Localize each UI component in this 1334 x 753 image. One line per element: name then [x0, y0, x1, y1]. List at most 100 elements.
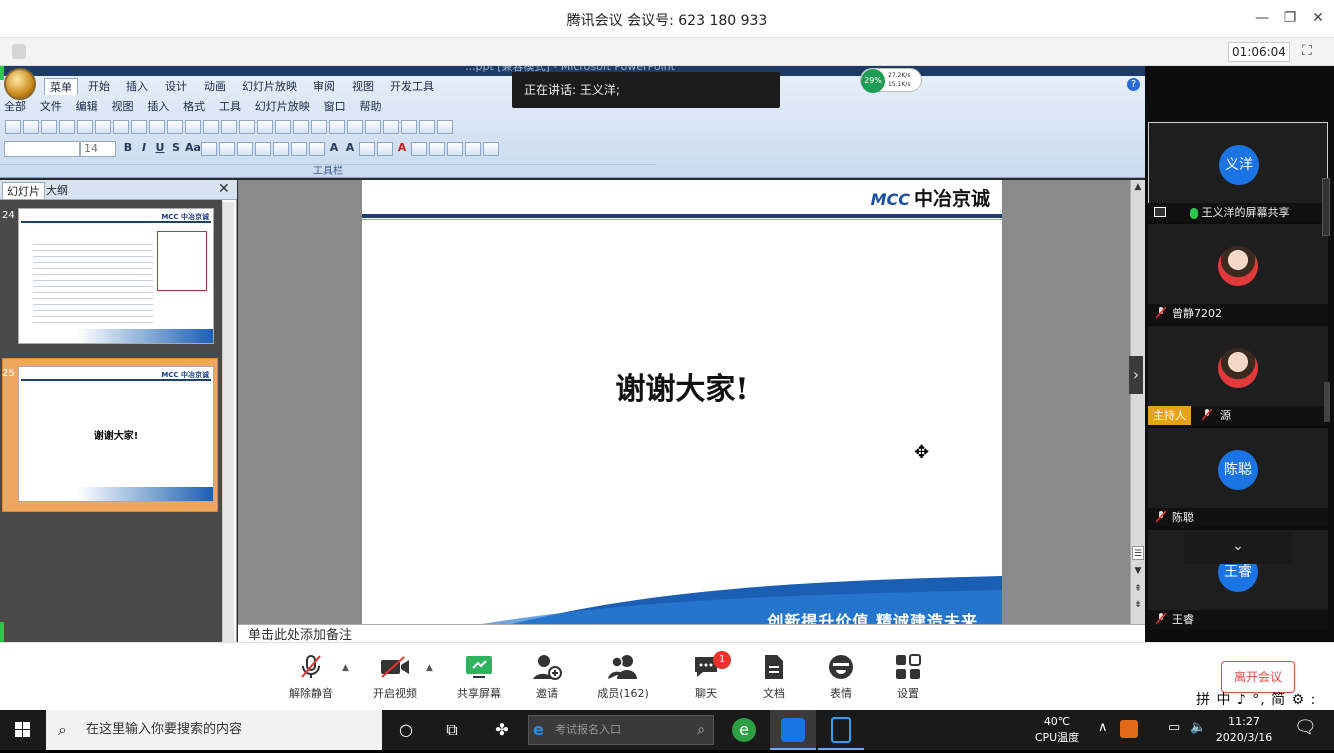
ribbon-tab-review[interactable]: 审阅: [308, 78, 340, 95]
participant-scrollbar[interactable]: [1322, 178, 1330, 236]
tab-outline[interactable]: 大纲: [42, 182, 72, 199]
notes-pane[interactable]: 单击此处添加备注: [238, 624, 1145, 642]
participant-tile[interactable]: [1148, 224, 1328, 306]
app-window-taskbar[interactable]: [818, 710, 864, 750]
slide-scrollbar[interactable]: ▲ ☰ ▼ ⇞ ⇟: [1130, 180, 1145, 642]
justify-icon[interactable]: [255, 142, 271, 156]
reactions-button[interactable]: 表情: [806, 653, 876, 701]
participant-tile[interactable]: 陈聪: [1148, 428, 1328, 510]
members-button[interactable]: 成员(162): [588, 653, 658, 701]
scroll-up-icon[interactable]: ▲: [1132, 180, 1144, 194]
numbering-icon[interactable]: [309, 142, 325, 156]
design-icon[interactable]: [365, 120, 381, 134]
line-color-icon[interactable]: [465, 142, 481, 156]
ribbon-tab-view[interactable]: 视图: [347, 78, 379, 95]
share-screen-button[interactable]: 共享屏幕: [444, 653, 514, 701]
grow-font-icon[interactable]: A: [327, 141, 341, 154]
help-small-icon[interactable]: [437, 120, 453, 134]
close-icon[interactable]: ✕: [218, 181, 230, 197]
audio-options-icon[interactable]: ▲: [342, 663, 349, 673]
align-right-icon[interactable]: [237, 142, 253, 156]
browser-360-icon[interactable]: e: [732, 718, 756, 742]
start-video-button[interactable]: 开启视频: [360, 653, 430, 701]
menu-file[interactable]: 文件: [40, 97, 62, 117]
zoom-icon[interactable]: [419, 120, 435, 134]
research-icon[interactable]: [131, 120, 147, 134]
fullscreen-icon[interactable]: ⛶: [1302, 43, 1312, 59]
scroll-down-icon[interactable]: ▼: [1132, 564, 1144, 578]
save-icon[interactable]: [41, 120, 57, 134]
restore-button[interactable]: ❐: [1280, 10, 1300, 26]
documents-button[interactable]: 文档: [739, 653, 809, 701]
bullets-icon[interactable]: [291, 142, 307, 156]
battery-icon[interactable]: ▭: [1168, 720, 1180, 735]
expand-panel-icon[interactable]: ›: [1129, 356, 1143, 394]
chat-button[interactable]: 1 聊天: [671, 651, 741, 701]
italic-icon[interactable]: I: [137, 141, 151, 154]
cut-icon[interactable]: [149, 120, 165, 134]
task-view-icon[interactable]: ⧉: [440, 718, 464, 742]
slide-thumbnail-25[interactable]: MCC 中冶京诚 谢谢大家!: [18, 366, 214, 502]
minimize-button[interactable]: —: [1252, 10, 1272, 26]
underline-icon[interactable]: U: [153, 141, 167, 154]
redo-icon[interactable]: [239, 120, 255, 134]
settings-button[interactable]: 设置: [873, 653, 943, 701]
preview-icon[interactable]: [95, 120, 111, 134]
align-left-icon[interactable]: [201, 142, 217, 156]
new-slide-icon[interactable]: [411, 142, 427, 156]
ribbon-tab-menu[interactable]: 菜单: [44, 78, 78, 95]
volume-icon[interactable]: 🔈: [1190, 720, 1206, 735]
app-pinwheel-icon[interactable]: ✤: [490, 718, 514, 742]
office-button[interactable]: [4, 68, 36, 100]
increase-indent-icon[interactable]: [377, 142, 393, 156]
font-case-icon[interactable]: Aa: [185, 141, 201, 154]
prev-slide-icon[interactable]: ⇞: [1132, 582, 1144, 596]
slide-design-icon[interactable]: [429, 142, 445, 156]
font-color-icon[interactable]: A: [395, 141, 409, 154]
chevron-up-icon[interactable]: ∧: [1098, 720, 1108, 735]
hyperlink-icon[interactable]: [293, 120, 309, 134]
menu-all[interactable]: 全部: [4, 97, 26, 117]
ie-search-box[interactable]: e 考试报名入口 ⌕: [528, 715, 714, 745]
more-options-icon[interactable]: [483, 142, 499, 156]
font-size-field[interactable]: 14: [80, 141, 116, 157]
align-center-icon[interactable]: [219, 142, 235, 156]
current-slide[interactable]: MCC 中冶京诚 谢谢大家! 创新提升价值 精诚建造未来 ✥: [362, 180, 1002, 624]
textbox-icon[interactable]: [383, 120, 399, 134]
next-slide-icon[interactable]: ⇟: [1132, 598, 1144, 612]
copy-icon[interactable]: [167, 120, 183, 134]
decrease-indent-icon[interactable]: [359, 142, 375, 156]
expand-icon[interactable]: [311, 120, 327, 134]
thumbnail-scrollbar[interactable]: [222, 202, 234, 642]
print-icon[interactable]: [77, 120, 93, 134]
shadow-icon[interactable]: S: [169, 141, 183, 154]
columns-icon[interactable]: [273, 142, 289, 156]
menu-view[interactable]: 视图: [111, 97, 133, 117]
invite-button[interactable]: 邀请: [512, 653, 582, 701]
ribbon-tab-animation[interactable]: 动画: [199, 78, 231, 95]
tray-app-icon[interactable]: [1120, 720, 1138, 738]
fill-color-icon[interactable]: [447, 142, 463, 156]
menu-format[interactable]: 格式: [183, 97, 205, 117]
grid-icon[interactable]: [329, 120, 345, 134]
ime-toolbar[interactable]: 拼 中 ♪ °, 简 ⚙ :: [1196, 691, 1334, 709]
shrink-font-icon[interactable]: A: [343, 141, 357, 154]
ribbon-tab-insert[interactable]: 插入: [121, 78, 153, 95]
unmute-button[interactable]: 解除静音: [276, 653, 346, 701]
leave-meeting-button[interactable]: 离开会议: [1221, 661, 1295, 693]
menu-help[interactable]: 帮助: [359, 97, 381, 117]
tab-slides[interactable]: 幻灯片: [2, 182, 45, 199]
video-options-icon[interactable]: ▲: [426, 663, 433, 673]
tencent-meeting-taskbar[interactable]: [770, 710, 816, 750]
spell-icon[interactable]: [113, 120, 129, 134]
cortana-icon[interactable]: ○: [394, 718, 418, 742]
scroll-thumb[interactable]: ☰: [1132, 546, 1144, 560]
ribbon-tab-home[interactable]: 开始: [83, 78, 115, 95]
collapse-participants-icon[interactable]: ⌄: [1184, 532, 1292, 564]
format-painter-icon[interactable]: [203, 120, 219, 134]
participant-tile[interactable]: 义洋: [1148, 122, 1328, 206]
table-icon[interactable]: [275, 120, 291, 134]
system-clock[interactable]: 11:27 2020/3/16: [1214, 714, 1274, 746]
help-icon[interactable]: ?: [1127, 78, 1140, 91]
permission-icon[interactable]: [59, 120, 75, 134]
